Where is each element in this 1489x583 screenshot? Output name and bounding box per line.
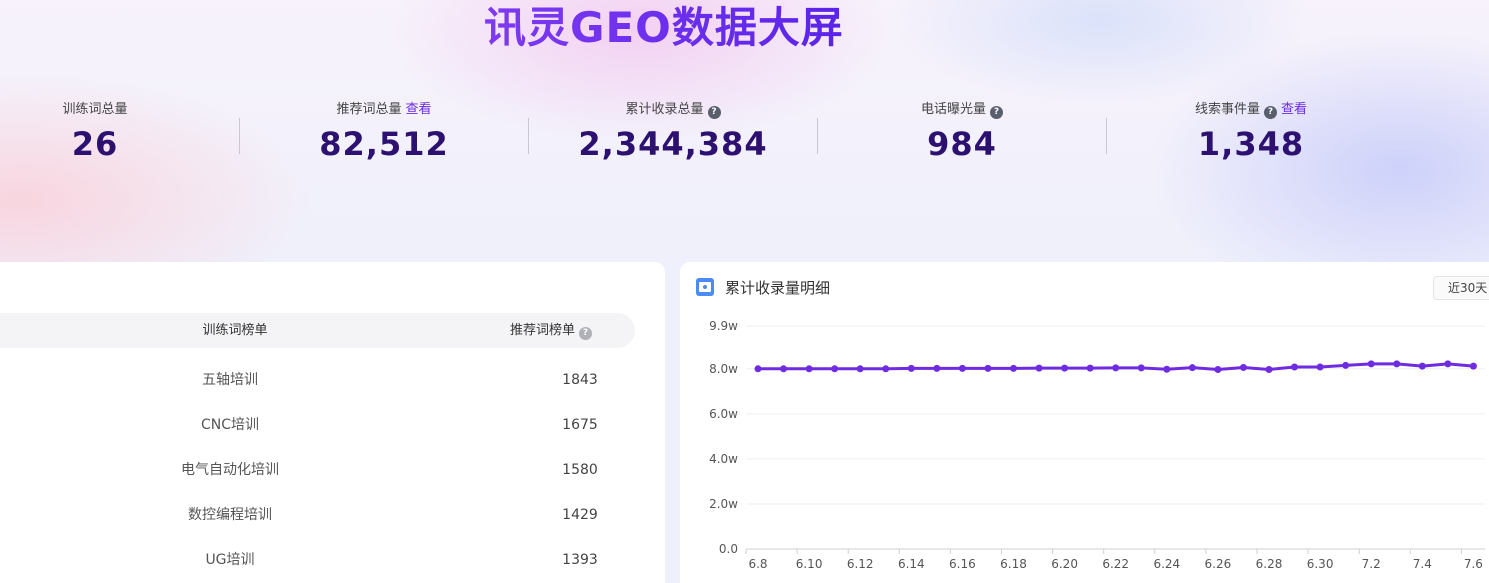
- training-word: 数控编程培训: [188, 507, 272, 523]
- x-tick-label: 7.2: [1362, 557, 1381, 571]
- y-tick-label: 8.0w: [709, 362, 738, 376]
- stat-divider: [1106, 118, 1107, 154]
- data-point: [1239, 363, 1247, 371]
- x-tick-label: 7.6: [1464, 557, 1483, 571]
- question-icon[interactable]: ?: [990, 106, 1003, 119]
- data-point: [1010, 364, 1017, 372]
- stat-divider: [817, 118, 818, 154]
- stat-label: 推荐词总量: [336, 102, 402, 117]
- data-point: [907, 364, 915, 372]
- data-point: [933, 364, 941, 372]
- stat-value: 26: [71, 125, 119, 163]
- stat-divider: [239, 118, 240, 154]
- x-tick-label: 6.10: [796, 557, 823, 571]
- y-tick-label: 0.0: [719, 542, 738, 556]
- data-point: [1086, 364, 1094, 372]
- stat-label: 电话曝光量: [920, 102, 986, 117]
- stat-label: 训练词总量: [62, 102, 128, 117]
- data-point: [984, 364, 992, 372]
- column-header-label: 推荐词榜单: [510, 323, 576, 338]
- table-row: 数控编程培训 1429: [0, 493, 635, 538]
- data-point: [1291, 363, 1299, 371]
- x-tick-label: 6.24: [1153, 557, 1180, 571]
- data-point: [1393, 360, 1401, 368]
- y-tick-label: 6.0w: [709, 407, 738, 421]
- column-header-training: 训练词榜单: [202, 323, 268, 338]
- stat-training-words: 训练词总量 26: [0, 100, 215, 162]
- data-point: [882, 365, 890, 373]
- data-point: [1214, 365, 1222, 373]
- stat-value: 984: [927, 125, 997, 163]
- data-point: [1316, 363, 1324, 371]
- chart-panel: 累计收录量明细 近30天 0.0 2.0w 4.0w 6.0w 8.0w 9.9w 6.8 6…: [680, 262, 1489, 583]
- x-tick-label: 6.16: [949, 557, 976, 571]
- recommend-count: 1393: [562, 552, 598, 568]
- table-row: 电气自动化培训 1580: [0, 448, 635, 493]
- y-tick-label: 2.0w: [709, 497, 738, 511]
- x-tick-label: 6.30: [1307, 557, 1334, 571]
- data-point: [1367, 360, 1375, 368]
- stat-divider: [528, 118, 529, 154]
- training-word: UG培训: [205, 552, 255, 568]
- data-point: [1163, 365, 1171, 373]
- table-row: 五轴培训 1843: [0, 358, 635, 403]
- table-row: CNC培训 1675: [0, 403, 635, 448]
- table-header: 训练词榜单 推荐词榜单?: [0, 313, 635, 348]
- x-tick-label: 6.28: [1256, 557, 1283, 571]
- table-row: UG培训 1393: [0, 538, 635, 583]
- data-point: [1035, 364, 1043, 372]
- x-tick-label: 6.18: [1000, 557, 1027, 571]
- data-point: [805, 365, 813, 373]
- recommend-count: 1429: [562, 507, 598, 523]
- x-tick-label: 6.22: [1102, 557, 1129, 571]
- stat-lead-events: 线索事件量? 查看 1,348: [1131, 100, 1371, 162]
- data-point: [1469, 362, 1477, 370]
- x-tick-label: 6.14: [898, 557, 925, 571]
- stat-label: 线索事件量: [1194, 102, 1260, 117]
- view-link[interactable]: 查看: [1281, 102, 1307, 117]
- line-chart: 0.0 2.0w 4.0w 6.0w 8.0w 9.9w 6.8 6.10 6.12 6.14 6.…: [709, 319, 1485, 571]
- y-tick-label: 9.9w: [709, 319, 738, 333]
- data-point: [1342, 361, 1350, 369]
- data-point: [1444, 360, 1452, 368]
- page-title: 讯灵GEO数据大屏: [484, 0, 844, 55]
- data-point: [754, 365, 762, 373]
- question-icon[interactable]: ?: [1264, 106, 1277, 119]
- data-point: [1112, 364, 1120, 372]
- stat-label: 累计收录总量: [625, 102, 704, 117]
- data-point: [1061, 364, 1069, 372]
- x-tick-label: 6.20: [1051, 557, 1078, 571]
- data-point: [1137, 364, 1145, 372]
- training-word: CNC培训: [200, 417, 260, 433]
- stat-value: 1,348: [1197, 125, 1305, 163]
- x-tick-label: 6.8: [748, 557, 767, 571]
- data-point: [856, 365, 864, 373]
- data-point: [780, 365, 788, 373]
- training-word: 电气自动化培训: [181, 462, 279, 478]
- stat-value: 2,344,384: [578, 125, 768, 163]
- data-point: [1188, 364, 1196, 372]
- question-icon[interactable]: ?: [707, 106, 721, 119]
- x-tick-label: 7.4: [1413, 557, 1432, 571]
- data-point: [958, 364, 966, 372]
- stat-value: 82,512: [319, 125, 449, 163]
- stats-bar: 训练词总量 26 推荐词总量 查看 82,512 累计收录总量? 2,344,38…: [0, 100, 1489, 170]
- view-link[interactable]: 查看: [406, 102, 432, 117]
- stat-phone-exposure: 电话曝光量? 984: [842, 100, 1082, 162]
- question-icon[interactable]: ?: [579, 327, 593, 340]
- recommend-count: 1675: [562, 417, 598, 433]
- stat-recommend-words: 推荐词总量 查看 82,512: [264, 100, 504, 162]
- x-tick-label: 6.12: [847, 557, 874, 571]
- x-tick-label: 6.26: [1205, 557, 1232, 571]
- training-word: 五轴培训: [202, 372, 258, 388]
- data-point: [1418, 362, 1426, 370]
- recommend-count: 1843: [562, 372, 598, 388]
- recommend-count: 1580: [562, 462, 598, 478]
- data-point: [1265, 365, 1273, 373]
- data-point: [831, 365, 839, 373]
- stat-total-indexed: 累计收录总量? 2,344,384: [553, 100, 793, 162]
- y-tick-label: 4.0w: [709, 452, 738, 466]
- column-header-recommend: 推荐词榜单?: [510, 313, 620, 348]
- ranking-panel: 训练词榜单 推荐词榜单? 五轴培训 1843 CNC培训 1675 电气自动化培…: [0, 262, 665, 583]
